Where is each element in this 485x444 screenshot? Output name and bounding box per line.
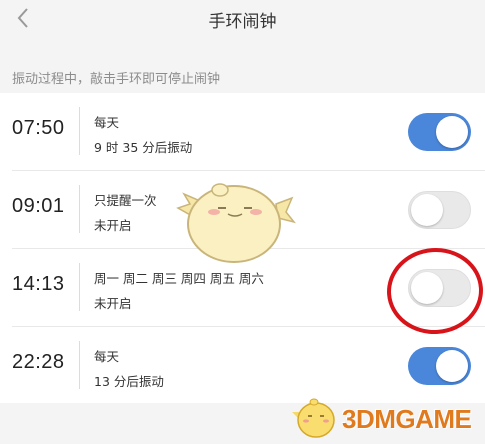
alarm-status: 未开启 (94, 296, 132, 311)
alarm-toggle[interactable] (408, 113, 471, 151)
alarm-time: 07:50 (12, 117, 65, 139)
chick-mascot-icon (176, 183, 296, 263)
alarm-status: 未开启 (94, 218, 132, 233)
divider (79, 185, 80, 233)
divider (79, 341, 80, 389)
hint-text: 振动过程中，敲击手环即可停止闹钟 (12, 72, 221, 87)
alarm-repeat: 只提醒一次 (94, 193, 157, 208)
alarm-repeat: 每天 (94, 115, 120, 130)
header-bar: 手环闹钟 (0, 0, 485, 40)
toggle-knob (411, 194, 443, 226)
page-title: 手环闹钟 (208, 12, 277, 32)
alarm-time: 09:01 (12, 195, 65, 217)
alarm-row[interactable]: 22:28 每天 13 分后振动 (0, 327, 485, 405)
divider (79, 107, 80, 155)
alarm-toggle[interactable] (408, 347, 471, 385)
alarm-repeat: 周一 周二 周三 周四 周五 周六 (94, 271, 264, 286)
watermark-chick-icon (292, 398, 335, 438)
alarm-status: 13 分后振动 (94, 374, 164, 389)
alarm-repeat: 每天 (94, 349, 120, 364)
alarm-time: 22:28 (12, 351, 65, 373)
alarm-time: 14:13 (12, 273, 65, 295)
alarm-toggle[interactable] (408, 191, 471, 229)
toggle-knob (436, 116, 468, 148)
toggle-knob (436, 350, 468, 382)
divider (79, 263, 80, 311)
alarm-row[interactable]: 07:50 每天 9 时 35 分后振动 (0, 93, 485, 171)
alarm-status: 9 时 35 分后振动 (94, 140, 193, 155)
watermark-text: 3DMGAME (342, 404, 472, 434)
